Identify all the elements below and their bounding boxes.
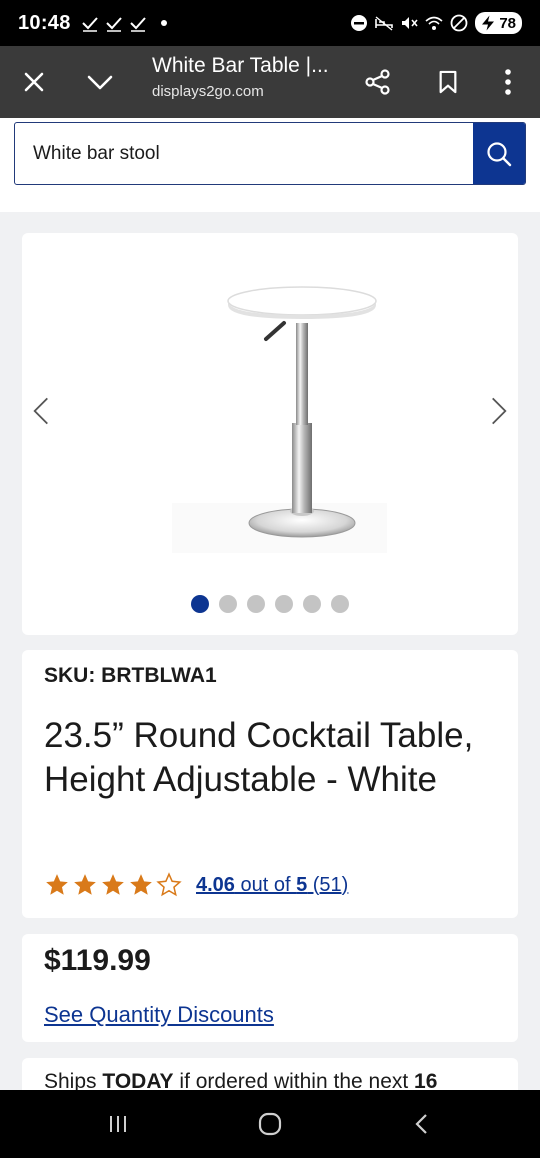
rating-max: 5 [296, 873, 308, 896]
share-icon [365, 69, 390, 95]
product-rating: 4.06 out of 5 (51) [44, 872, 348, 898]
gallery-dot[interactable] [303, 595, 321, 613]
share-button[interactable] [358, 62, 398, 102]
page-title: White Bar Table |... [152, 54, 329, 77]
gallery-prev-button[interactable] [26, 393, 56, 429]
review-count: (51) [307, 873, 349, 896]
recent-apps-icon [110, 1116, 126, 1132]
product-title: 23.5” Round Cocktail Table, Height Adjus… [44, 716, 474, 799]
product-sku: SKU: BRTBLWA1 [44, 664, 217, 687]
gallery-dot[interactable] [191, 595, 209, 613]
product-image[interactable] [152, 273, 392, 563]
back-button[interactable] [402, 1104, 442, 1144]
gallery-dot[interactable] [219, 595, 237, 613]
check-icon [81, 17, 98, 32]
page-info[interactable]: White Bar Table |... displays2go.com [152, 54, 342, 100]
page-url: displays2go.com [152, 83, 264, 100]
battery-indicator: 78 [475, 12, 522, 34]
close-icon [24, 72, 44, 92]
star-filled-icon [46, 874, 68, 895]
search-bar-area [0, 118, 540, 212]
search-input[interactable] [15, 123, 473, 184]
star-filled-icon [74, 874, 96, 895]
check-icon [105, 17, 122, 32]
charging-icon [482, 15, 495, 31]
status-time: 10:48 [18, 11, 71, 34]
bookmark-button[interactable] [428, 62, 468, 102]
rating-link[interactable]: 4.06 out of 5 (51) [196, 874, 348, 897]
status-bar: 10:48 78 [0, 0, 540, 46]
gallery-next-button[interactable] [484, 393, 514, 429]
chevron-left-icon [33, 397, 48, 425]
blocked-icon [450, 14, 468, 32]
minimize-tab-button[interactable] [80, 62, 120, 102]
more-options-button[interactable] [488, 62, 528, 102]
star-rating [44, 872, 182, 898]
gallery-dot[interactable] [247, 595, 265, 613]
search-icon [487, 141, 512, 166]
rating-value: 4.06 [196, 873, 235, 896]
do-not-disturb-icon [351, 15, 368, 31]
gallery-dot[interactable] [275, 595, 293, 613]
product-price: $119.99 [44, 944, 151, 977]
mute-icon [402, 17, 418, 29]
wifi-icon [425, 16, 443, 30]
battery-level: 78 [499, 14, 516, 32]
close-tab-button[interactable] [14, 62, 54, 102]
star-filled-icon [102, 874, 124, 895]
search-box [14, 122, 526, 185]
rating-separator: out of [234, 873, 297, 896]
browser-tab-header: White Bar Table |... displays2go.com [0, 46, 540, 118]
system-status-icons: 78 [350, 12, 522, 34]
gallery-pagination [22, 595, 518, 613]
recent-apps-button[interactable] [98, 1104, 138, 1144]
star-filled-icon [130, 874, 152, 895]
chevron-down-icon [87, 75, 113, 90]
more-vert-icon [505, 69, 511, 95]
gallery-dot[interactable] [331, 595, 349, 613]
status-dot [160, 20, 167, 26]
bed-icon [375, 16, 394, 31]
home-button[interactable] [250, 1104, 290, 1144]
product-info: SKU: BRTBLWA1 23.5” Round Cocktail Table… [22, 650, 518, 918]
check-icon [129, 17, 146, 32]
back-icon [415, 1114, 427, 1134]
home-icon [258, 1112, 282, 1136]
star-empty-icon [156, 872, 182, 897]
quantity-discounts-link[interactable]: See Quantity Discounts [44, 1002, 274, 1028]
bookmark-icon [439, 70, 457, 94]
product-gallery [22, 233, 518, 635]
notification-icons [81, 14, 167, 32]
chevron-right-icon [492, 397, 507, 425]
search-button[interactable] [473, 123, 525, 184]
price-section: $119.99 See Quantity Discounts [22, 934, 518, 1042]
system-nav-bar [0, 1090, 540, 1158]
